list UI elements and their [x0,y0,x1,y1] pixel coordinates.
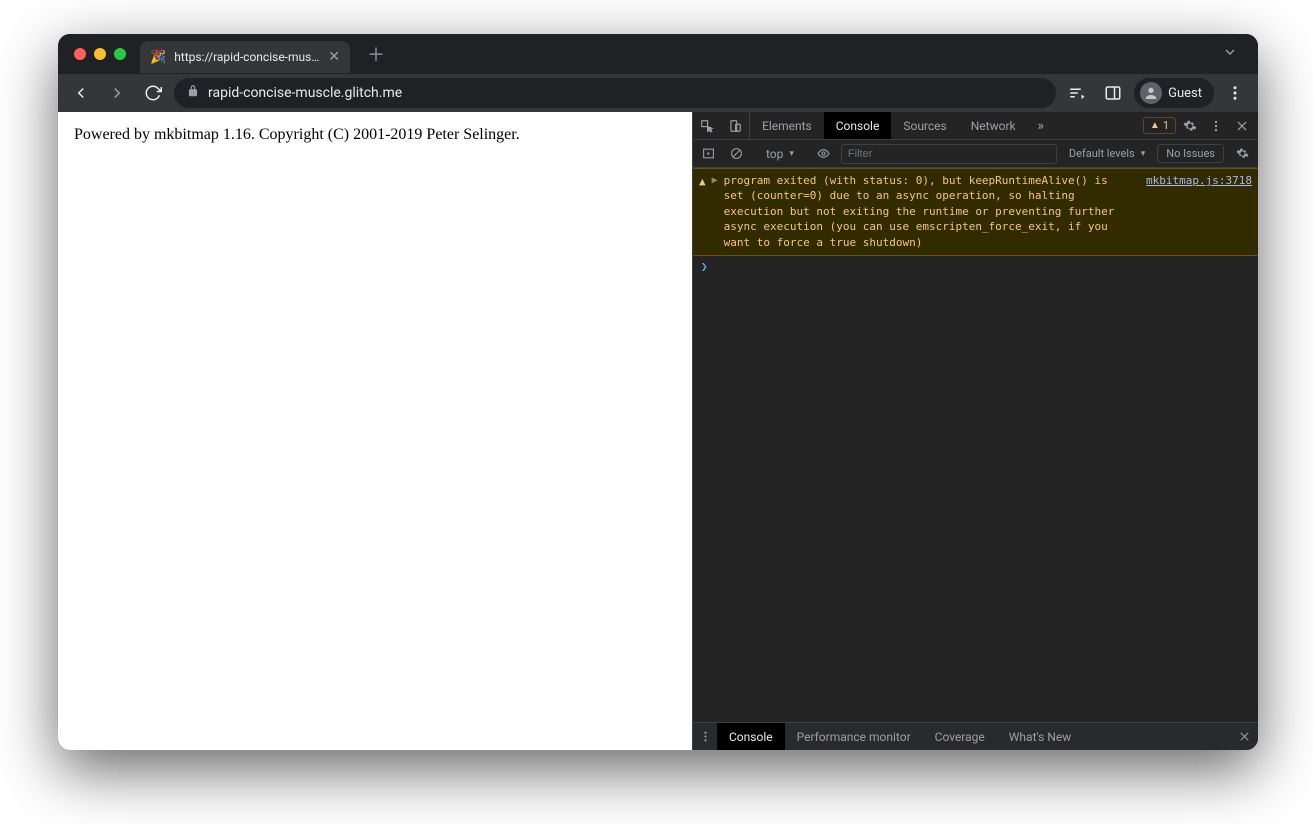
drawer-tab-coverage[interactable]: Coverage [923,723,997,750]
log-message: program exited (with status: 0), but kee… [724,173,1132,250]
drawer-close-icon[interactable] [1230,723,1258,750]
close-tab-button[interactable]: ✕ [328,49,340,65]
console-warning-row[interactable]: ▲ ▶ program exited (with status: 0), but… [693,168,1258,256]
console-prompt[interactable]: ❯ [693,256,1258,277]
levels-label: Default levels [1069,147,1135,160]
menu-button[interactable] [1220,78,1250,108]
minimize-window-button[interactable] [94,48,106,60]
browser-tab[interactable]: 🎉 https://rapid-concise-muscle.g ✕ [140,41,350,73]
browser-toolbar: rapid-concise-muscle.glitch.me Guest [58,74,1258,112]
close-window-button[interactable] [74,48,86,60]
tab-overflow-icon[interactable] [1028,112,1054,139]
window-controls [68,48,132,60]
log-source-link[interactable]: mkbitmap.js:3718 [1146,173,1252,188]
expand-chevron-icon[interactable]: ▶ [712,174,718,188]
favicon-icon: 🎉 [150,50,166,65]
tab-elements[interactable]: Elements [750,112,824,139]
lock-icon [186,84,200,102]
console-settings-gear-icon[interactable] [1230,142,1254,166]
context-selector[interactable]: top [760,147,800,161]
content-area: Powered by mkbitmap 1.16. Copyright (C) … [58,112,1258,750]
warning-count: 1 [1163,119,1169,132]
warnings-badge[interactable]: ▲ 1 [1143,117,1176,134]
back-button[interactable] [66,78,96,108]
device-toolbar-icon[interactable] [721,112,749,139]
devtools-settings-gear-icon[interactable] [1178,114,1202,138]
log-levels-selector[interactable]: Default levels [1063,147,1151,160]
devtools-close-icon[interactable] [1230,114,1254,138]
devtools-topbar: Elements Console Sources Network ▲ 1 [693,112,1258,140]
console-body[interactable]: ▲ ▶ program exited (with status: 0), but… [693,168,1258,722]
drawer-more-icon[interactable] [693,723,717,750]
tab-list-chevron-icon[interactable] [1212,38,1248,70]
page-viewport[interactable]: Powered by mkbitmap 1.16. Copyright (C) … [58,112,692,750]
toggle-sidebar-icon[interactable] [697,143,719,165]
warning-triangle-icon: ▲ [699,174,706,189]
devtools-more-icon[interactable] [1204,114,1228,138]
warning-triangle-icon: ▲ [1150,120,1160,131]
side-panel-icon[interactable] [1098,78,1128,108]
filter-input[interactable] [841,144,1057,164]
new-tab-button[interactable]: ＋ [362,40,390,68]
tab-strip: 🎉 https://rapid-concise-muscle.g ✕ ＋ [58,34,1258,74]
live-expression-eye-icon[interactable] [813,143,835,165]
console-toolbar: top Default levels No Issues [693,140,1258,168]
prompt-chevron-icon: ❯ [701,260,708,273]
page-body-text: Powered by mkbitmap 1.16. Copyright (C) … [74,126,520,143]
avatar-icon [1140,82,1162,104]
address-bar[interactable]: rapid-concise-muscle.glitch.me [174,78,1056,108]
drawer-tab-whatsnew[interactable]: What's New [997,723,1083,750]
address-text: rapid-concise-muscle.glitch.me [208,85,402,101]
devtools-panel: Elements Console Sources Network ▲ 1 [692,112,1258,750]
profile-label: Guest [1168,86,1202,101]
clear-console-icon[interactable] [725,143,747,165]
maximize-window-button[interactable] [114,48,126,60]
drawer-tab-console[interactable]: Console [717,723,785,750]
tab-network[interactable]: Network [959,112,1028,139]
tab-console[interactable]: Console [824,112,892,139]
drawer-tab-performance[interactable]: Performance monitor [785,723,923,750]
profile-button[interactable]: Guest [1134,78,1214,108]
forward-button[interactable] [102,78,132,108]
context-label: top [766,147,783,161]
tab-sources[interactable]: Sources [891,112,958,139]
tab-title: https://rapid-concise-muscle.g [174,50,320,64]
reload-button[interactable] [138,78,168,108]
media-control-icon[interactable] [1062,78,1092,108]
issues-button[interactable]: No Issues [1157,144,1224,163]
browser-window: 🎉 https://rapid-concise-muscle.g ✕ ＋ rap… [58,34,1258,750]
devtools-drawer: Console Performance monitor Coverage Wha… [693,722,1258,750]
inspect-element-icon[interactable] [693,112,721,139]
